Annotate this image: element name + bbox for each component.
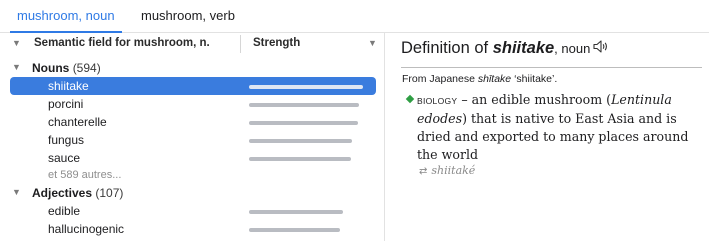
list-item-word: sauce [48, 151, 81, 165]
strength-bar [249, 121, 358, 125]
list-item[interactable]: chanterelle [10, 113, 376, 131]
title-divider [401, 67, 702, 68]
definition-title: Definition of shiitake, noun [401, 39, 609, 58]
group-count: (594) [72, 61, 101, 75]
definition-panel: Definition of shiitake, noun From Japane… [386, 33, 709, 241]
chevron-down-icon[interactable]: ▼ [12, 62, 21, 72]
etymology: From Japanese shītake ‘shiitake’. [402, 73, 558, 85]
column-divider[interactable] [240, 35, 241, 53]
list-item[interactable]: porcini [10, 95, 376, 113]
list-item[interactable]: edible [10, 202, 376, 220]
group-label: Nouns [32, 61, 70, 75]
part-of-speech: , noun [554, 41, 591, 56]
list-item-word: porcini [48, 97, 84, 111]
chevron-down-icon[interactable]: ▼ [12, 187, 21, 197]
list-item[interactable]: shiitake [10, 77, 376, 95]
list-item-word: chanterelle [48, 115, 107, 129]
strength-column-header[interactable]: Strength [253, 37, 300, 49]
list-item[interactable]: hallucinogenic [10, 220, 376, 238]
sense-definition: BIOLOGY – an edible mushroom (Lentinula … [417, 92, 689, 162]
strength-bar [249, 228, 340, 232]
strength-bar [249, 103, 359, 107]
speaker-icon[interactable] [593, 39, 609, 58]
group-count: (107) [95, 186, 124, 200]
strength-bar [249, 210, 343, 214]
diamond-bullet-icon [405, 94, 415, 104]
tab-bar: mushroom, noun mushroom, verb [0, 0, 709, 33]
strength-bar [249, 157, 351, 161]
strength-bar [249, 85, 363, 89]
tab-mushroom-noun[interactable]: mushroom, noun [10, 0, 122, 33]
list-item[interactable]: sauce [10, 149, 376, 167]
tab-mushroom-verb[interactable]: mushroom, verb [134, 0, 242, 33]
chevron-down-icon[interactable]: ▼ [12, 38, 21, 48]
group-label: Adjectives [32, 186, 93, 200]
headword: shiitake [492, 39, 555, 57]
swap-arrows-icon: ⇄ [419, 166, 428, 177]
semantic-field-panel: ▼ Semantic field for mushroom, n. Streng… [0, 33, 385, 241]
semantic-field-column-header[interactable]: Semantic field for mushroom, n. [34, 37, 210, 49]
more-link[interactable]: et 589 autres... [48, 169, 121, 181]
chevron-down-icon[interactable]: ▼ [368, 38, 377, 48]
column-header: ▼ Semantic field for mushroom, n. Streng… [0, 33, 385, 55]
list-item-word: shiitake [48, 79, 89, 93]
field-label: BIOLOGY [417, 96, 458, 106]
list-item-word: hallucinogenic [48, 222, 125, 236]
list-item-word: fungus [48, 133, 85, 147]
list-item[interactable]: fungus [10, 131, 376, 149]
cross-reference[interactable]: ⇄ shiitaké [419, 164, 475, 177]
strength-bar [249, 139, 352, 143]
list-item-word: edible [48, 204, 81, 218]
